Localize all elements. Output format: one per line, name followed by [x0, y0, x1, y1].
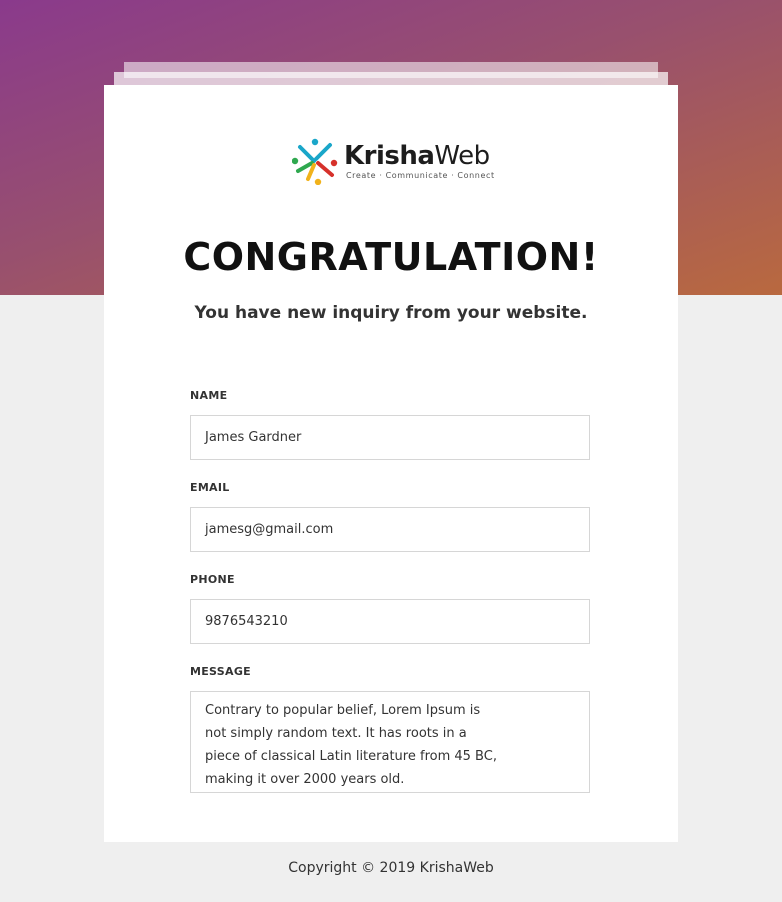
footer-copyright: Copyright © 2019 KrishaWeb [288, 860, 494, 876]
name-field[interactable]: James Gardner [190, 415, 590, 460]
phone-label: PHONE [190, 573, 235, 586]
message-line: not simply random text. It has roots in … [205, 726, 467, 741]
brand-tagline: Create · Communicate · Connect [346, 171, 495, 180]
message-field[interactable]: Contrary to popular belief, Lorem Ipsum … [190, 691, 590, 793]
message-line: piece of classical Latin literature from… [205, 749, 497, 764]
email-field[interactable]: jamesg@gmail.com [190, 507, 590, 552]
brand-wordmark: KrishaWeb [344, 140, 490, 172]
page-title: CONGRATULATION! [183, 235, 599, 279]
krishaweb-logo[interactable]: KrishaWeb Create · Communicate · Connect [292, 137, 502, 187]
email-label: EMAIL [190, 481, 230, 494]
brand-name-regular: Web [434, 141, 490, 171]
message-label: MESSAGE [190, 665, 251, 678]
name-label: NAME [190, 389, 228, 402]
krishaweb-logo-icon [292, 138, 338, 185]
page-subtitle: You have new inquiry from your website. [194, 303, 588, 323]
message-line: Contrary to popular belief, Lorem Ipsum … [205, 703, 481, 718]
brand-name-bold: Krisha [344, 141, 435, 171]
inquiry-card: KrishaWeb Create · Communicate · Connect… [104, 85, 678, 842]
message-line: making it over 2000 years old. [205, 772, 405, 787]
phone-field[interactable]: 9876543210 [190, 599, 590, 644]
